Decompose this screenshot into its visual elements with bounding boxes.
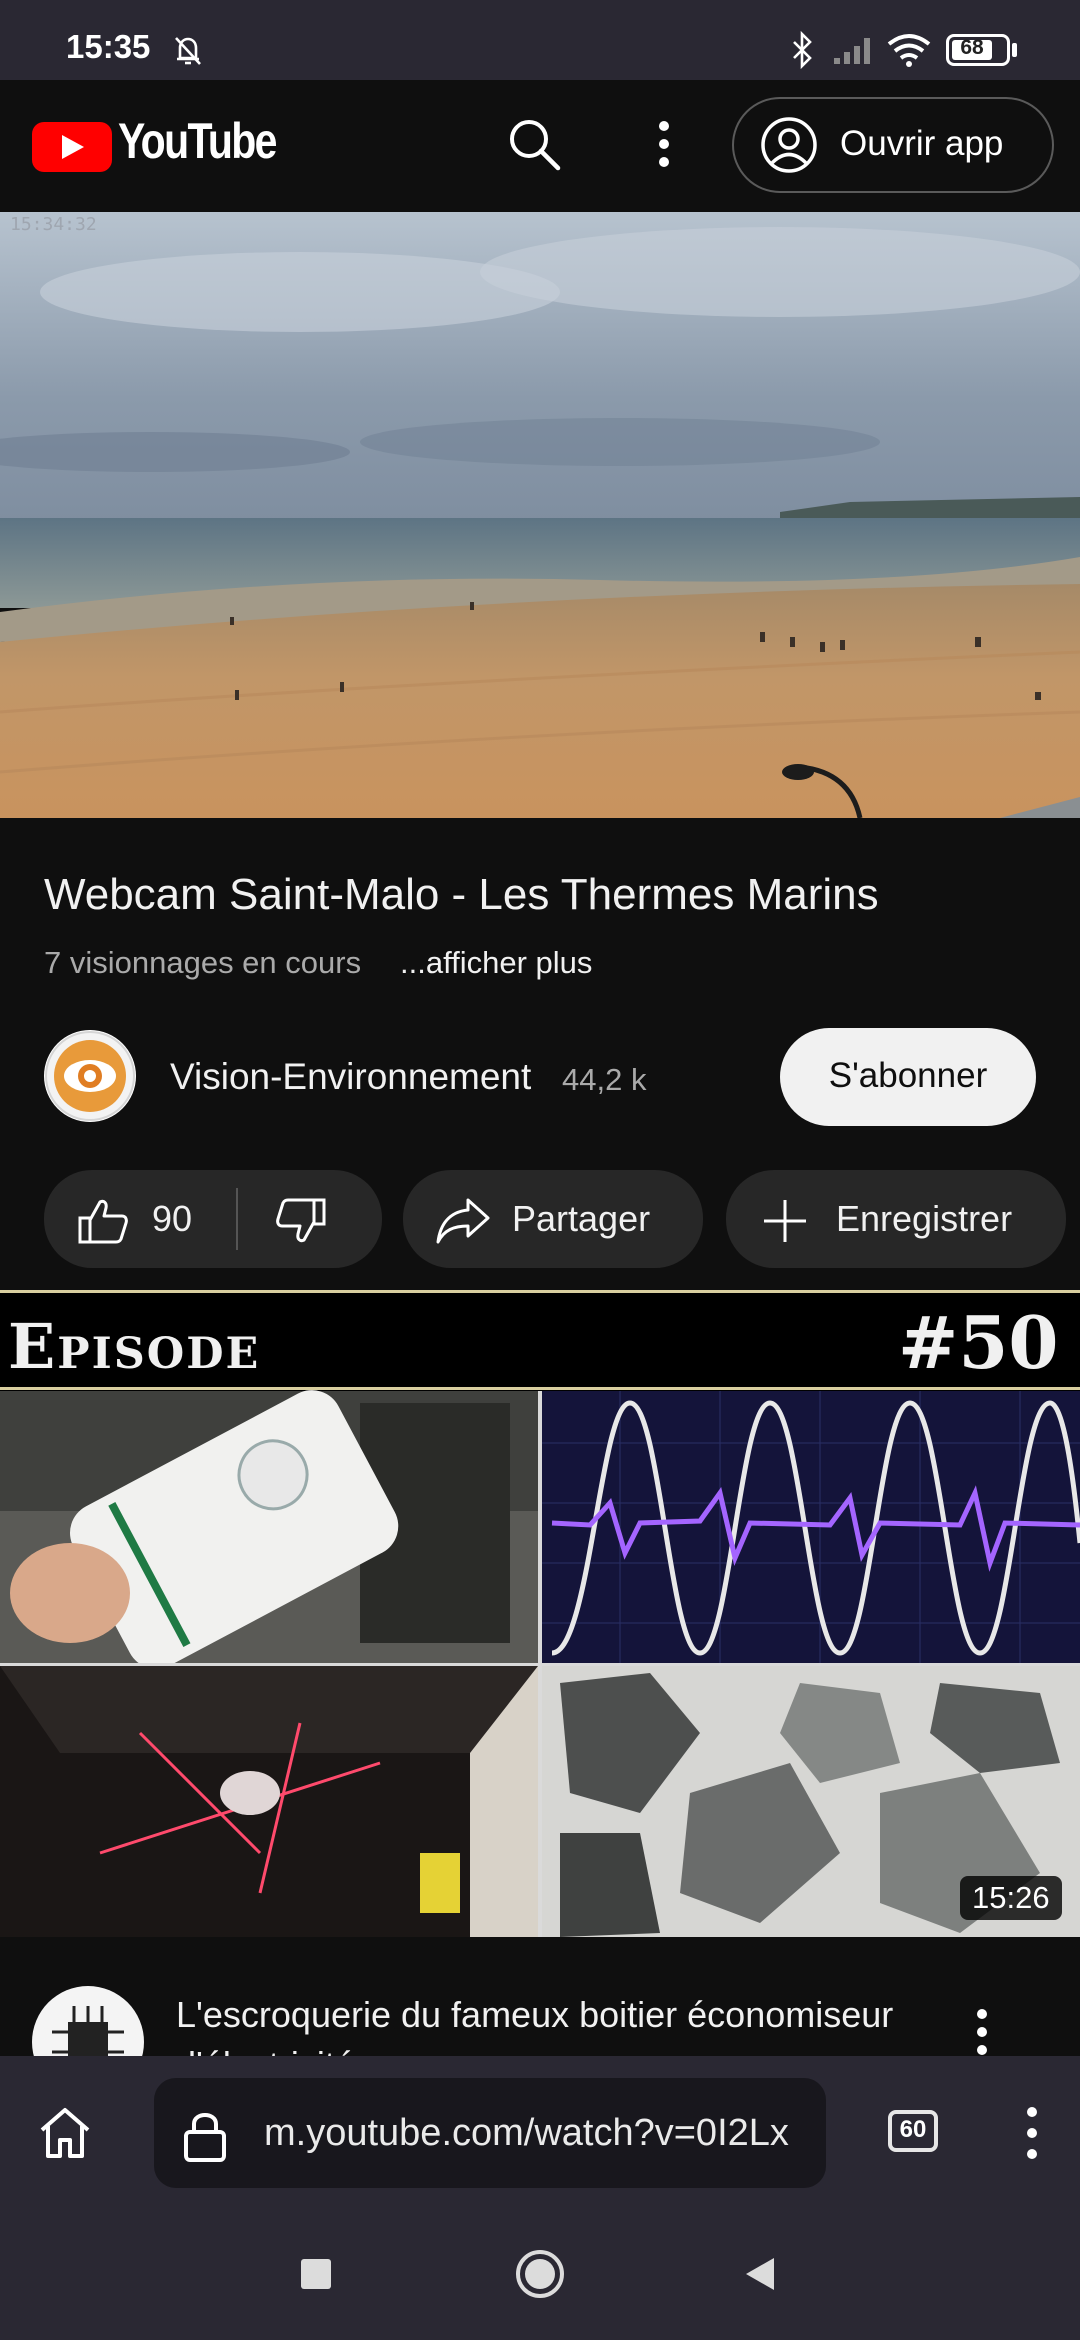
like-divider <box>236 1188 238 1250</box>
account-icon <box>761 117 817 173</box>
episode-number: #50 <box>898 1300 1059 1385</box>
home-icon[interactable] <box>36 2104 94 2162</box>
tab-count: 60 <box>899 2116 927 2143</box>
battery-level: 68 <box>960 36 984 59</box>
youtube-logo-icon[interactable] <box>32 122 112 172</box>
mute-bell-icon <box>175 37 201 65</box>
subscriber-count: 44,2 k <box>562 1062 647 1097</box>
webcam-beach-scene <box>0 212 1080 818</box>
episode-label: Episode <box>8 1310 261 1383</box>
share-label: Partager <box>512 1198 651 1239</box>
url-text[interactable]: m.youtube.com/watch?v=0I2Lx <box>264 2112 824 2155</box>
dislike-icon[interactable] <box>274 1196 328 1246</box>
webcam-timestamp: 15:34:32 <box>10 214 97 235</box>
add-icon <box>764 1200 806 1242</box>
duration-badge: 15:26 <box>960 1876 1062 1920</box>
back-button-icon[interactable] <box>742 2256 778 2292</box>
home-button-icon[interactable] <box>514 2248 566 2300</box>
battery-tip <box>1012 43 1017 57</box>
recents-button-icon[interactable] <box>301 2259 331 2289</box>
status-time: 15:35 <box>66 28 151 65</box>
next-video-more-icon[interactable] <box>974 2006 990 2058</box>
lock-icon[interactable] <box>182 2108 228 2164</box>
video-title[interactable]: Webcam Saint-Malo - Les Thermes Marins <box>44 870 879 920</box>
bluetooth-icon <box>793 30 812 70</box>
show-more-link[interactable]: ...afficher plus <box>400 945 592 981</box>
view-count: 7 visionnages en cours <box>44 945 362 980</box>
wifi-icon <box>887 34 931 67</box>
signal-icon <box>834 38 870 64</box>
share-icon <box>436 1198 490 1244</box>
like-count[interactable]: 90 <box>152 1198 192 1240</box>
like-icon[interactable] <box>76 1196 130 1246</box>
channel-name[interactable]: Vision-Environnement <box>170 1056 531 1098</box>
more-vert-icon[interactable] <box>656 118 672 170</box>
youtube-logo-text[interactable]: YouTube <box>118 112 277 170</box>
browser-menu-icon[interactable] <box>1024 2104 1040 2162</box>
video-player[interactable] <box>0 212 1080 818</box>
channel-avatar[interactable] <box>44 1030 136 1122</box>
subscribe-label: S'abonner <box>828 1056 988 1095</box>
search-icon[interactable] <box>506 116 562 172</box>
save-label: Enregistrer <box>836 1198 1013 1239</box>
next-video-thumbnail[interactable] <box>0 1290 1080 1937</box>
open-app-label: Ouvrir app <box>840 124 1004 163</box>
